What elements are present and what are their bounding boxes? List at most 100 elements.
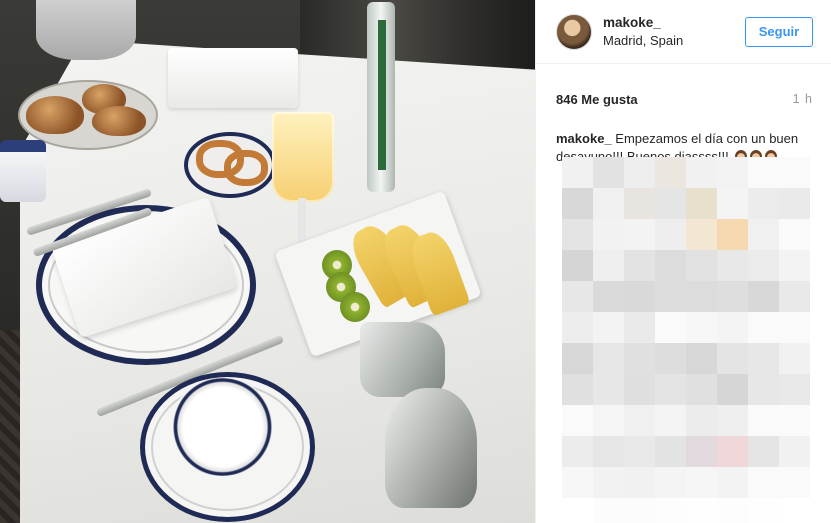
blur-pixel: [686, 219, 717, 250]
blurred-comment-row: [562, 188, 822, 219]
post-meta: 846 Me gusta 1 h: [536, 64, 831, 114]
avatar[interactable]: [556, 13, 592, 50]
blur-pixel: [686, 281, 717, 312]
blur-pixel: [562, 498, 593, 523]
blur-pixel: [593, 219, 624, 250]
blur-pixel: [686, 436, 717, 467]
blur-pixel: [686, 498, 717, 523]
post-time[interactable]: 1 h: [793, 92, 813, 106]
blur-pixel: [624, 405, 655, 436]
blur-pixel: [624, 188, 655, 219]
blur-pixel: [655, 374, 686, 405]
blur-pixel: [562, 436, 593, 467]
blur-pixel: [748, 219, 779, 250]
blur-pixel: [562, 312, 593, 343]
blurred-comment-row: [562, 281, 822, 312]
blur-pixel: [562, 157, 593, 188]
blur-pixel: [717, 374, 748, 405]
post-photo[interactable]: [0, 0, 535, 523]
blur-pixel: [779, 405, 810, 436]
teapot: [385, 388, 477, 508]
blur-pixel: [686, 374, 717, 405]
blurred-comments: [562, 157, 822, 523]
blur-pixel: [779, 498, 810, 523]
blur-pixel: [717, 281, 748, 312]
blur-pixel: [562, 467, 593, 498]
blur-pixel: [748, 374, 779, 405]
blur-pixel: [593, 405, 624, 436]
blur-pixel: [686, 467, 717, 498]
kiwi-slice: [340, 292, 370, 322]
blur-pixel: [624, 312, 655, 343]
instagram-post: makoke_ Madrid, Spain Seguir 846 Me gust…: [0, 0, 831, 523]
orange-juice-glass: [272, 112, 334, 202]
blur-pixel: [748, 436, 779, 467]
follow-button[interactable]: Seguir: [745, 16, 813, 47]
blur-pixel: [655, 498, 686, 523]
blurred-comment-row: [562, 405, 822, 436]
blur-pixel: [593, 467, 624, 498]
blur-pixel: [748, 498, 779, 523]
caption-username[interactable]: makoke_: [556, 131, 612, 146]
blur-pixel: [593, 374, 624, 405]
blur-pixel: [686, 312, 717, 343]
blur-pixel: [593, 498, 624, 523]
blur-pixel: [717, 188, 748, 219]
blur-pixel: [562, 188, 593, 219]
blur-pixel: [624, 157, 655, 188]
blur-pixel: [779, 250, 810, 281]
croissant: [26, 96, 84, 134]
post-location[interactable]: Madrid, Spain: [603, 32, 745, 49]
blur-pixel: [624, 498, 655, 523]
milk-jug: [360, 322, 445, 397]
blur-pixel: [686, 343, 717, 374]
blur-pixel: [717, 405, 748, 436]
blur-pixel: [655, 157, 686, 188]
blur-pixel: [717, 467, 748, 498]
blur-pixel: [717, 343, 748, 374]
blur-pixel: [593, 250, 624, 281]
blur-pixel: [593, 281, 624, 312]
blur-pixel: [624, 281, 655, 312]
blur-pixel: [624, 436, 655, 467]
blur-pixel: [779, 374, 810, 405]
blur-pixel: [624, 250, 655, 281]
coffee-cup: [170, 378, 275, 476]
blur-pixel: [655, 312, 686, 343]
pastry-stand: [36, 0, 136, 60]
blur-pixel: [717, 498, 748, 523]
blur-pixel: [624, 343, 655, 374]
blur-pixel: [562, 343, 593, 374]
blur-pixel: [624, 374, 655, 405]
blur-pixel: [748, 281, 779, 312]
blur-pixel: [562, 281, 593, 312]
blur-pixel: [686, 188, 717, 219]
blur-pixel: [748, 157, 779, 188]
blur-pixel: [686, 157, 717, 188]
blur-pixel: [624, 219, 655, 250]
blur-pixel: [593, 188, 624, 219]
blur-pixel: [748, 467, 779, 498]
blur-pixel: [655, 219, 686, 250]
blur-pixel: [779, 343, 810, 374]
blurred-comment-row: [562, 157, 822, 188]
blur-pixel: [655, 281, 686, 312]
blur-pixel: [748, 312, 779, 343]
blur-pixel: [562, 405, 593, 436]
yogurt-cup: [0, 140, 46, 202]
blur-pixel: [655, 188, 686, 219]
churro: [224, 150, 268, 186]
blur-pixel: [717, 250, 748, 281]
blur-pixel: [779, 467, 810, 498]
blur-pixel: [748, 405, 779, 436]
blur-pixel: [655, 250, 686, 281]
blur-pixel: [593, 343, 624, 374]
blur-pixel: [686, 250, 717, 281]
blur-pixel: [779, 281, 810, 312]
blur-pixel: [717, 157, 748, 188]
post-header: makoke_ Madrid, Spain Seguir: [536, 0, 831, 64]
blurred-comment-row: [562, 467, 822, 498]
likes-count[interactable]: 846 Me gusta: [556, 92, 638, 107]
blur-pixel: [686, 405, 717, 436]
author-username[interactable]: makoke_: [603, 14, 745, 31]
